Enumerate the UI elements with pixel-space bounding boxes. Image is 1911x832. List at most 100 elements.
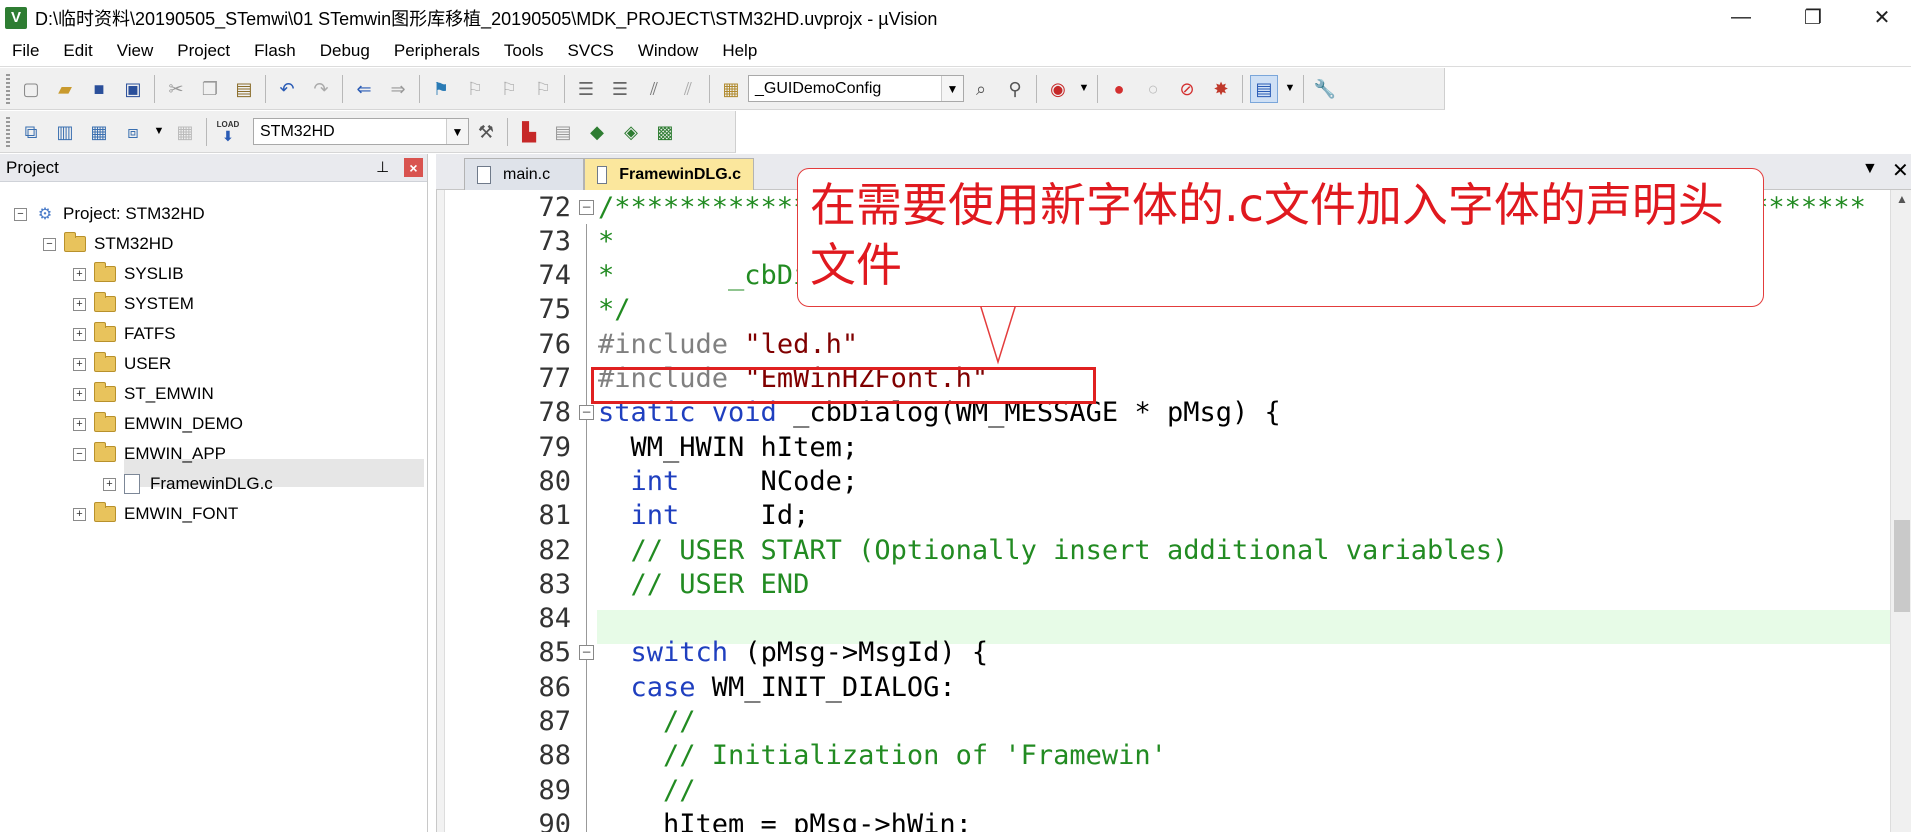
code-line[interactable]: 85− switch (pMsg->MsgId) { xyxy=(437,636,1890,670)
next-bookmark-icon[interactable]: ⚐ xyxy=(495,75,523,103)
expand-icon[interactable]: + xyxy=(103,477,116,491)
tree-node-group[interactable]: + ST_EMWIN xyxy=(73,380,214,408)
tab-framewindlg-c[interactable]: FramewinDLG.c xyxy=(584,158,754,190)
download-load-icon[interactable]: LOAD ⬇ xyxy=(214,118,242,146)
prev-bookmark-icon[interactable]: ⚐ xyxy=(461,75,489,103)
chevron-down-icon[interactable]: ▼ xyxy=(446,119,468,144)
collapse-icon[interactable]: − xyxy=(14,207,27,221)
stop-build-icon[interactable]: ▦ xyxy=(171,118,199,146)
expand-icon[interactable]: + xyxy=(73,297,86,311)
close-window-button[interactable]: ✕ xyxy=(1853,0,1911,35)
scroll-up-icon[interactable]: ▲ xyxy=(1891,192,1911,212)
save-all-icon[interactable]: ▣ xyxy=(119,75,147,103)
tree-node-group[interactable]: + FATFS xyxy=(73,320,176,348)
chevron-down-icon[interactable]: ▼ xyxy=(1078,75,1090,103)
tree-node-group[interactable]: + EMWIN_FONT xyxy=(73,500,238,528)
menu-debug[interactable]: Debug xyxy=(308,35,382,67)
close-icon[interactable]: × xyxy=(404,158,423,177)
toolbar-grip[interactable] xyxy=(6,73,10,104)
clear-bookmarks-icon[interactable]: ⚐ xyxy=(529,75,557,103)
code-line[interactable]: 82 // USER START (Optionally insert addi… xyxy=(437,533,1890,567)
comment-icon[interactable]: ⫽ xyxy=(640,75,668,103)
build-icon[interactable]: ▥ xyxy=(51,118,79,146)
tree-node-file[interactable]: + FramewinDLG.c xyxy=(103,470,273,498)
expand-icon[interactable]: + xyxy=(73,357,86,371)
redo-icon[interactable]: ↷ xyxy=(307,75,335,103)
tree-node-group[interactable]: + EMWIN_DEMO xyxy=(73,410,243,438)
tree-node-target[interactable]: − STM32HD xyxy=(43,230,173,258)
chevron-down-icon[interactable]: ▼ xyxy=(1284,75,1296,103)
save-icon[interactable]: ■ xyxy=(85,75,113,103)
code-line[interactable]: 80 int NCode; xyxy=(437,464,1890,498)
menu-edit[interactable]: Edit xyxy=(51,35,104,67)
menu-svcs[interactable]: SVCS xyxy=(556,35,626,67)
incremental-find-icon[interactable]: ⚲ xyxy=(1001,75,1029,103)
menu-window[interactable]: Window xyxy=(626,35,710,67)
menu-view[interactable]: View xyxy=(105,35,166,67)
navigate-back-icon[interactable]: ⇐ xyxy=(350,75,378,103)
kill-breakpoints-icon[interactable]: ✸ xyxy=(1207,75,1235,103)
restore-button[interactable]: ❐ xyxy=(1784,0,1842,35)
bookmark-icon[interactable]: ⚑ xyxy=(427,75,455,103)
expand-icon[interactable]: + xyxy=(73,417,86,431)
window-layout-icon[interactable]: ▤ xyxy=(1250,74,1278,103)
tree-node-group[interactable]: − EMWIN_APP xyxy=(73,440,226,468)
collapse-icon[interactable]: − xyxy=(73,447,86,461)
translate-icon[interactable]: ⧉ xyxy=(17,118,45,146)
uncomment-icon[interactable]: ⫽ xyxy=(674,75,702,103)
expand-icon[interactable]: + xyxy=(73,507,86,521)
code-line[interactable]: 83 // USER END xyxy=(437,567,1890,601)
code-line[interactable]: 88 // Initialization of 'Framewin' xyxy=(437,739,1890,773)
debug-session-icon[interactable]: ◉ xyxy=(1044,75,1072,103)
pin-icon[interactable]: ⊥ xyxy=(376,158,389,176)
chevron-down-icon[interactable]: ▼ xyxy=(941,76,963,101)
menu-peripherals[interactable]: Peripherals xyxy=(382,35,492,67)
disable-breakpoint-icon[interactable]: ○ xyxy=(1139,75,1167,103)
manage-rte-icon[interactable]: ◆ xyxy=(583,118,611,146)
expand-icon[interactable]: + xyxy=(73,387,86,401)
tree-node-group[interactable]: + SYSTEM xyxy=(73,290,194,318)
code-line[interactable]: 79 WM_HWIN hItem; xyxy=(437,430,1890,464)
software-packs-icon[interactable]: ▩ xyxy=(651,118,679,146)
tree-node-group[interactable]: + SYSLIB xyxy=(73,260,184,288)
code-line[interactable]: 87 // xyxy=(437,705,1890,739)
code-line[interactable]: 90 hItem = pMsg->hWin; xyxy=(437,807,1890,832)
fold-collapse-icon[interactable]: − xyxy=(579,645,594,661)
pack-installer-icon[interactable]: ◈ xyxy=(617,118,645,146)
copy-icon[interactable]: ❐ xyxy=(196,75,224,103)
code-line[interactable]: 84 xyxy=(437,602,1890,636)
tree-node-group[interactable]: + USER xyxy=(73,350,171,378)
tree-node-project[interactable]: − ⚙ Project: STM32HD xyxy=(14,200,205,228)
chevron-down-icon[interactable]: ▼ xyxy=(153,118,165,146)
collapse-icon[interactable]: − xyxy=(43,237,56,251)
expand-icon[interactable]: + xyxy=(73,327,86,341)
paste-icon[interactable]: ▤ xyxy=(230,75,258,103)
indent-icon[interactable]: ☰ xyxy=(572,75,600,103)
cut-icon[interactable]: ✂ xyxy=(162,75,190,103)
code-line[interactable]: 89 // xyxy=(437,773,1890,807)
code-line[interactable]: 86 case WM_INIT_DIALOG: xyxy=(437,670,1890,704)
menu-help[interactable]: Help xyxy=(710,35,769,67)
disable-all-breakpoints-icon[interactable]: ⊘ xyxy=(1173,75,1201,103)
target-select[interactable]: STM32HD ▼ xyxy=(253,118,469,145)
vertical-scrollbar[interactable]: ▲ xyxy=(1890,190,1911,832)
configure-wrench-icon[interactable]: 🔧 xyxy=(1311,75,1339,103)
tab-main-c[interactable]: main.c xyxy=(464,158,584,190)
navigate-forward-icon[interactable]: ⇒ xyxy=(384,75,412,103)
find-in-files-icon[interactable]: ▦ xyxy=(717,75,745,103)
rebuild-icon[interactable]: ▦ xyxy=(85,118,113,146)
scrollbar-thumb[interactable] xyxy=(1894,520,1910,612)
undo-icon[interactable]: ↶ xyxy=(273,75,301,103)
breakpoint-icon[interactable]: ● xyxy=(1105,75,1133,103)
menu-flash[interactable]: Flash xyxy=(242,35,308,67)
fold-collapse-icon[interactable]: − xyxy=(579,405,594,421)
select-packs-icon[interactable]: ▤ xyxy=(549,118,577,146)
unindent-icon[interactable]: ☰ xyxy=(606,75,634,103)
open-folder-icon[interactable]: ▰ xyxy=(51,75,79,103)
expand-icon[interactable]: + xyxy=(73,267,86,281)
code-line[interactable]: 76 #include "led.h" xyxy=(437,327,1890,361)
minimize-button[interactable]: — xyxy=(1712,0,1770,35)
find-icon[interactable]: ⌕ xyxy=(967,75,995,103)
target-options-icon[interactable]: ⚒ xyxy=(472,118,500,146)
tab-list-dropdown-icon[interactable]: ▼ xyxy=(1862,160,1878,178)
